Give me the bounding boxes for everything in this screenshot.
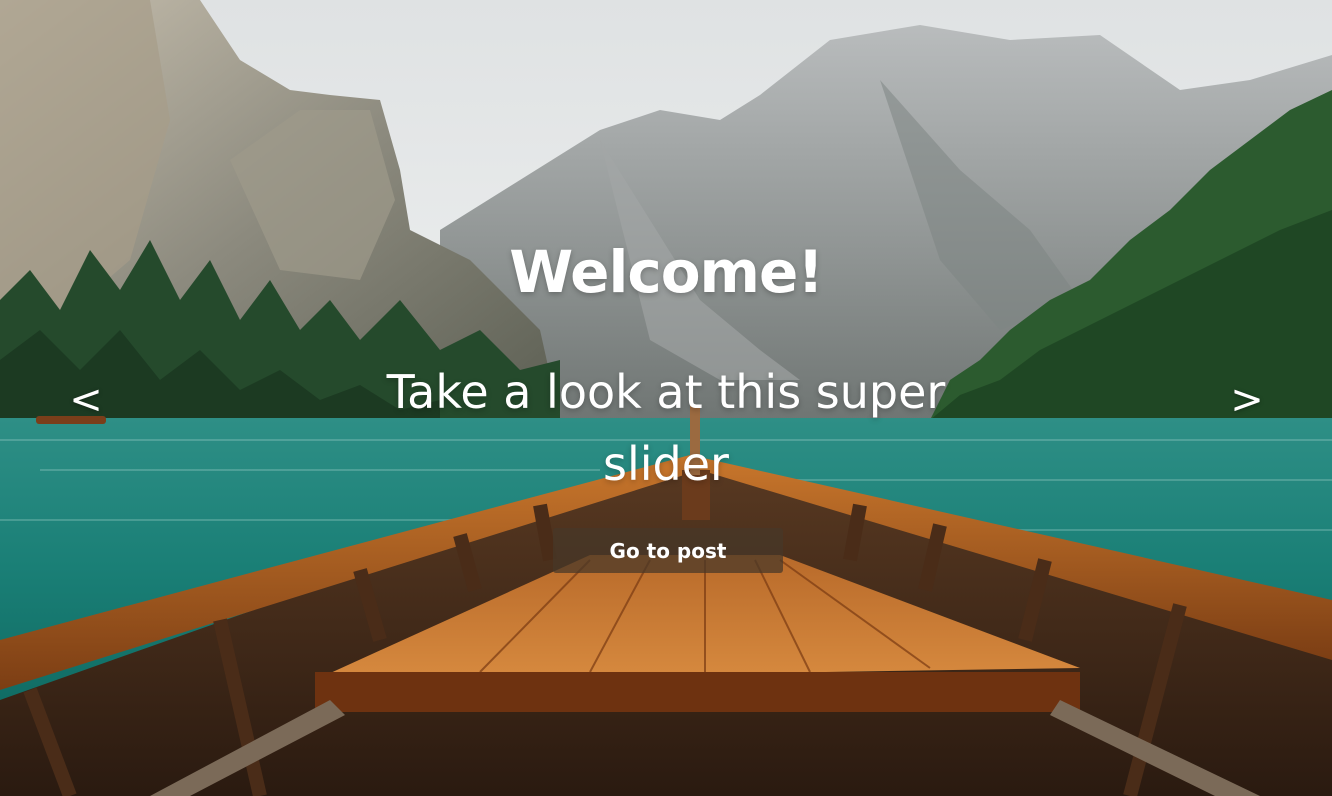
slide-background-image (0, 0, 1332, 796)
chevron-left-icon: < (69, 377, 103, 423)
go-to-post-button[interactable]: Go to post (553, 528, 783, 573)
next-slide-button[interactable]: > (1225, 372, 1269, 428)
chevron-right-icon: > (1230, 377, 1264, 423)
previous-slide-button[interactable]: < (64, 372, 108, 428)
image-slider: Welcome! Take a look at this super slide… (0, 0, 1332, 796)
